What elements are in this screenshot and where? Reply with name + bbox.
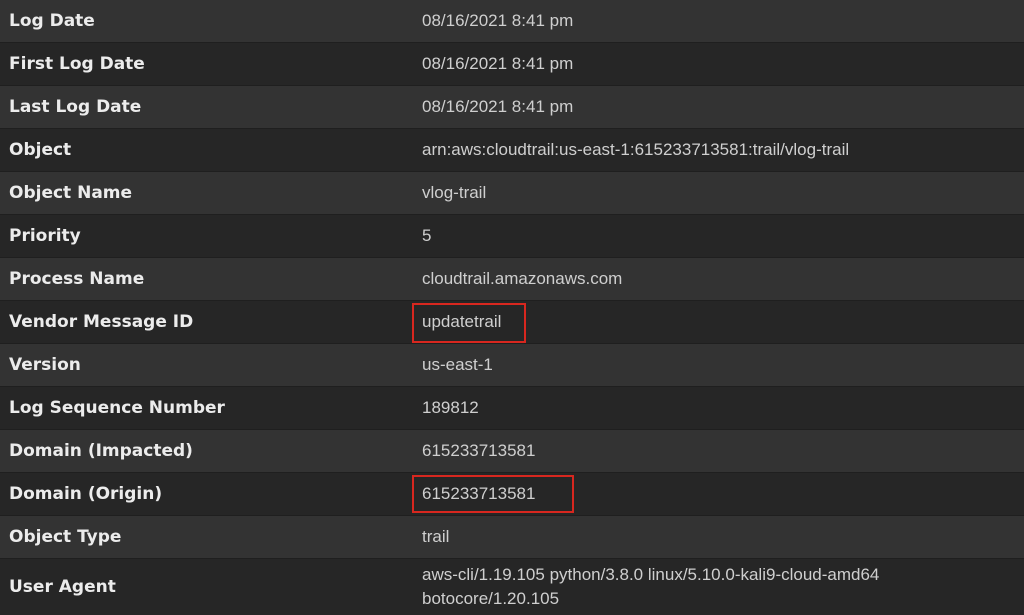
table-row-domain-origin: Domain (Origin) 615233713581 [0, 473, 1024, 516]
table-row-log-date: Log Date 08/16/2021 8:41 pm [0, 0, 1024, 43]
table-row-vendor-message-id: Vendor Message ID updatetrail [0, 301, 1024, 344]
field-value: trail [422, 527, 450, 546]
field-value: arn:aws:cloudtrail:us-east-1:61523371358… [422, 140, 850, 159]
field-label: Priority [9, 226, 81, 246]
field-value: 08/16/2021 8:41 pm [422, 54, 574, 73]
field-label: Log Sequence Number [9, 398, 225, 418]
field-value: aws-cli/1.19.105 python/3.8.0 linux/5.10… [413, 563, 973, 611]
field-label: Object Type [9, 527, 122, 547]
field-label: Last Log Date [9, 97, 142, 117]
field-label: User Agent [9, 577, 116, 597]
field-value: 5 [422, 226, 432, 245]
field-label: First Log Date [9, 54, 145, 74]
field-value: updatetrail [422, 312, 502, 331]
field-value: 615233713581 [422, 484, 536, 503]
field-label: Domain (Impacted) [9, 441, 193, 461]
table-row-user-agent: User Agent aws-cli/1.19.105 python/3.8.0… [0, 559, 1024, 615]
field-value: 08/16/2021 8:41 pm [422, 97, 574, 116]
field-label: Object Name [9, 183, 133, 203]
field-value: cloudtrail.amazonaws.com [422, 269, 623, 288]
table-row-log-sequence-number: Log Sequence Number 189812 [0, 387, 1024, 430]
table-row-last-log-date: Last Log Date 08/16/2021 8:41 pm [0, 86, 1024, 129]
table-row-object-name: Object Name vlog-trail [0, 172, 1024, 215]
table-row-process-name: Process Name cloudtrail.amazonaws.com [0, 258, 1024, 301]
field-label: Vendor Message ID [9, 312, 194, 332]
field-value: us-east-1 [422, 355, 493, 374]
field-value: 08/16/2021 8:41 pm [422, 11, 574, 30]
field-value-line: botocore/1.20.105 [422, 589, 560, 608]
table-row-first-log-date: First Log Date 08/16/2021 8:41 pm [0, 43, 1024, 86]
table-row-object-type: Object Type trail [0, 516, 1024, 559]
table-row-object: Object arn:aws:cloudtrail:us-east-1:6152… [0, 129, 1024, 172]
table-row-domain-impacted: Domain (Impacted) 615233713581 [0, 430, 1024, 473]
field-value: 615233713581 [422, 441, 536, 460]
field-label: Log Date [9, 11, 95, 31]
table-row-priority: Priority 5 [0, 215, 1024, 258]
log-details-table: Log Date 08/16/2021 8:41 pm First Log Da… [0, 0, 1024, 615]
field-label: Process Name [9, 269, 145, 289]
field-value: 189812 [422, 398, 479, 417]
field-value-line: aws-cli/1.19.105 python/3.8.0 linux/5.10… [422, 565, 880, 584]
field-value: vlog-trail [422, 183, 487, 202]
table-row-version: Version us-east-1 [0, 344, 1024, 387]
field-label: Domain (Origin) [9, 484, 163, 504]
field-label: Version [9, 355, 81, 375]
field-label: Object [9, 140, 72, 160]
